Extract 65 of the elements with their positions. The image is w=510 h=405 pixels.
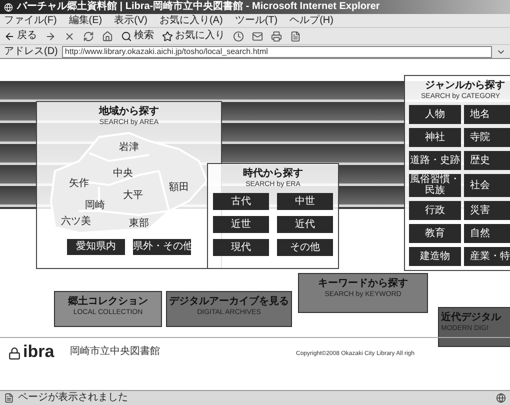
mail-icon[interactable] [252, 30, 263, 42]
category-button[interactable]: 地名 [464, 105, 510, 124]
category-title: ジャンルから探す [424, 80, 505, 92]
district-label[interactable]: 額田 [169, 183, 189, 194]
print-icon[interactable] [271, 30, 282, 42]
stop-icon[interactable] [64, 30, 75, 42]
menu-item[interactable]: 編集(E) [68, 16, 102, 26]
tile-title: 郷土コレクション [68, 296, 148, 308]
tile-title: キーワードから探す [318, 278, 408, 290]
browser-icon [4, 2, 13, 12]
category-button[interactable]: 風俗習慣・民族 [409, 174, 461, 198]
era-button[interactable]: 古代 [213, 193, 269, 210]
category-button[interactable]: 寺院 [464, 128, 510, 148]
home-icon[interactable] [102, 30, 113, 42]
zone-icon [496, 393, 506, 403]
category-button[interactable]: 人物 [409, 105, 461, 124]
address-field[interactable]: http://www.library.okazaki.aichi.jp/tosho/local_search.html [62, 46, 492, 58]
menu-item[interactable]: 表示(V) [114, 16, 148, 26]
favorites-button[interactable]: お気に入り [162, 30, 225, 42]
library-name: 岡崎市立中央図書館 [70, 346, 160, 356]
status-text: ページが表示されました [18, 393, 128, 403]
district-label[interactable]: 中央 [113, 169, 133, 180]
menu-item[interactable]: ツール(T) [234, 16, 278, 26]
url-text: http://www.library.okazaki.aichi.jp/tosho/local_search.html [64, 48, 268, 56]
search-icon [121, 30, 132, 42]
back-icon [4, 30, 15, 42]
category-button[interactable]: 産業・特 [464, 247, 510, 266]
address-label: アドレス(D) [4, 46, 58, 56]
tile-title: 近代デジタル [441, 312, 501, 324]
district-label[interactable]: 岩津 [119, 143, 139, 154]
search-button[interactable]: 検索 [121, 30, 154, 42]
area-title: 地域から探す [99, 106, 159, 118]
history-icon[interactable] [233, 30, 244, 42]
logo-text: ibra [23, 343, 54, 360]
era-button[interactable]: その他 [277, 239, 333, 256]
menu-item[interactable]: お気に入り(A) [159, 16, 223, 26]
star-icon [162, 30, 173, 42]
era-button[interactable]: 中世 [277, 193, 333, 210]
district-label[interactable]: 大平 [123, 191, 143, 202]
category-button[interactable]: 教育 [409, 224, 461, 244]
window-title: バーチャル郷土資料館 | Libra-岡崎市立中央図書館 - Microsoft Internet Explorer [17, 2, 380, 12]
category-button[interactable]: 神社 [409, 128, 461, 148]
refresh-icon[interactable] [83, 30, 94, 42]
era-button[interactable]: 現代 [213, 239, 269, 256]
category-button[interactable]: 社会 [464, 174, 510, 198]
district-label[interactable]: 矢作 [69, 179, 89, 190]
menu-item[interactable]: ヘルプ(H) [290, 16, 334, 26]
district-label[interactable]: 六ツ美 [61, 217, 91, 228]
forward-icon[interactable] [45, 30, 56, 42]
category-button[interactable]: 自然 [464, 224, 510, 244]
category-button[interactable]: 建造物 [409, 247, 461, 266]
tile-title: デジタルアーカイブを見る [169, 296, 289, 308]
era-button[interactable]: 近世 [213, 216, 269, 234]
category-button[interactable]: 道路・史跡 [409, 151, 461, 170]
area-button[interactable]: 愛知県内 [67, 239, 125, 256]
era-button[interactable]: 近代 [277, 216, 333, 234]
back-button[interactable]: 戻る [4, 30, 37, 42]
district-label[interactable]: 岡崎 [85, 201, 105, 212]
category-button[interactable]: 災害 [464, 201, 510, 220]
district-label[interactable]: 東部 [129, 219, 149, 230]
category-button[interactable]: 歴史 [464, 151, 510, 170]
page-icon [4, 393, 14, 403]
menu-item[interactable]: ファイル(F) [4, 16, 57, 26]
era-title: 時代から探す [243, 168, 303, 180]
category-button[interactable]: 行政 [409, 201, 461, 220]
